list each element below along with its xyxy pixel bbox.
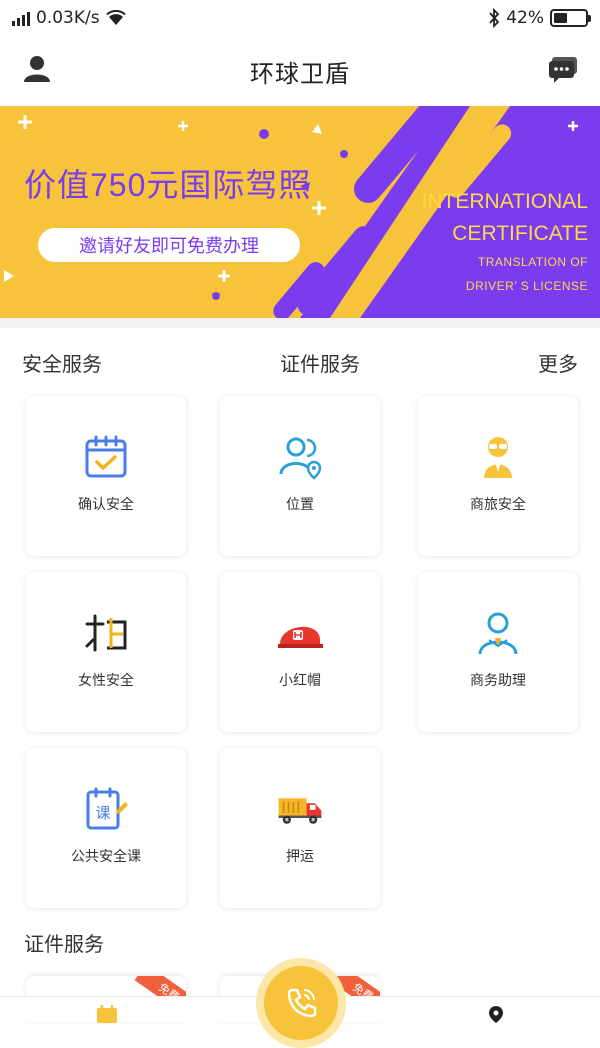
banner-english-text: INTERNATIONAL CERTIFICATE TRANSLATION OF… <box>422 186 588 298</box>
service-card-public-safety-course[interactable]: 课 公共安全课 <box>26 748 186 908</box>
business-assistant-icon <box>478 612 518 655</box>
service-card-business-travel[interactable]: 商旅安全 <box>418 396 578 556</box>
tab-certificate-services[interactable]: 证件服务 <box>280 348 360 377</box>
service-label: 公共安全课 <box>71 849 141 865</box>
service-label: 确认安全 <box>78 497 134 513</box>
banner-en-line4: DRIVER’ S LICENSE <box>465 279 588 293</box>
truck-icon <box>278 798 322 824</box>
calendar-tab-icon[interactable] <box>96 1005 118 1023</box>
service-card-location[interactable]: 位置 <box>220 396 380 556</box>
service-label: 商务助理 <box>470 673 526 689</box>
call-button[interactable] <box>256 958 346 1048</box>
nav-bar: 环球卫盾 <box>0 36 600 106</box>
signal-icon <box>12 10 30 26</box>
banner-en-line3: TRANSLATION OF <box>477 255 588 269</box>
status-right: 42% <box>488 8 591 28</box>
service-card-red-cap[interactable]: 小红帽 <box>220 572 380 732</box>
location-tab-icon[interactable] <box>485 1005 507 1023</box>
service-card-confirm-safety[interactable]: 确认安全 <box>26 396 186 556</box>
service-card-business-assistant[interactable]: 商务助理 <box>418 572 578 732</box>
traveler-icon <box>484 437 512 478</box>
phone-call-icon <box>287 988 317 1018</box>
service-card-escort[interactable]: 押运 <box>220 748 380 908</box>
battery-percent: 42% <box>506 8 544 28</box>
battery-level <box>554 13 567 23</box>
service-card-female-safety[interactable]: 女性安全 <box>26 572 186 732</box>
call-button-inner <box>264 966 338 1040</box>
red-cap-icon <box>278 626 323 648</box>
banner-en-line2: CERTIFICATE <box>452 222 588 245</box>
wifi-icon <box>105 10 126 25</box>
svg-text:课: 课 <box>95 804 110 822</box>
promo-banner[interactable]: 价值750元国际驾照 邀请好友即可免费办理 INTERNATIONAL CERT… <box>0 106 600 318</box>
tab-safety-services[interactable]: 安全服务 <box>22 348 102 377</box>
service-label: 女性安全 <box>78 673 134 689</box>
section-tabs: 安全服务 证件服务 更多 <box>0 340 600 384</box>
more-link[interactable]: 更多 <box>538 348 578 377</box>
service-label: 押运 <box>286 849 314 865</box>
banner-invite-pill: 邀请好友即可免费办理 <box>38 228 300 262</box>
service-label: 商旅安全 <box>470 497 526 513</box>
user-icon[interactable] <box>22 54 52 84</box>
female-safety-icon <box>85 614 127 652</box>
banner-en-line1: INTERNATIONAL <box>421 190 588 213</box>
user-location-icon <box>279 437 322 480</box>
status-bar: 0.03K/s 42% <box>0 0 600 36</box>
service-label: 小红帽 <box>279 673 321 689</box>
message-icon[interactable] <box>548 56 578 84</box>
certificate-section-title: 证件服务 <box>24 932 104 956</box>
course-icon: 课 <box>86 787 128 830</box>
bluetooth-icon <box>489 8 500 28</box>
page-title: 环球卫盾 <box>250 59 350 88</box>
battery-icon <box>550 9 591 27</box>
banner-headline: 价值750元国际驾照 <box>24 167 312 203</box>
calendar-check-icon <box>85 435 127 478</box>
divider <box>0 318 600 328</box>
service-label: 位置 <box>286 497 314 513</box>
status-left: 0.03K/s <box>12 8 126 28</box>
network-speed: 0.03K/s <box>36 8 100 28</box>
